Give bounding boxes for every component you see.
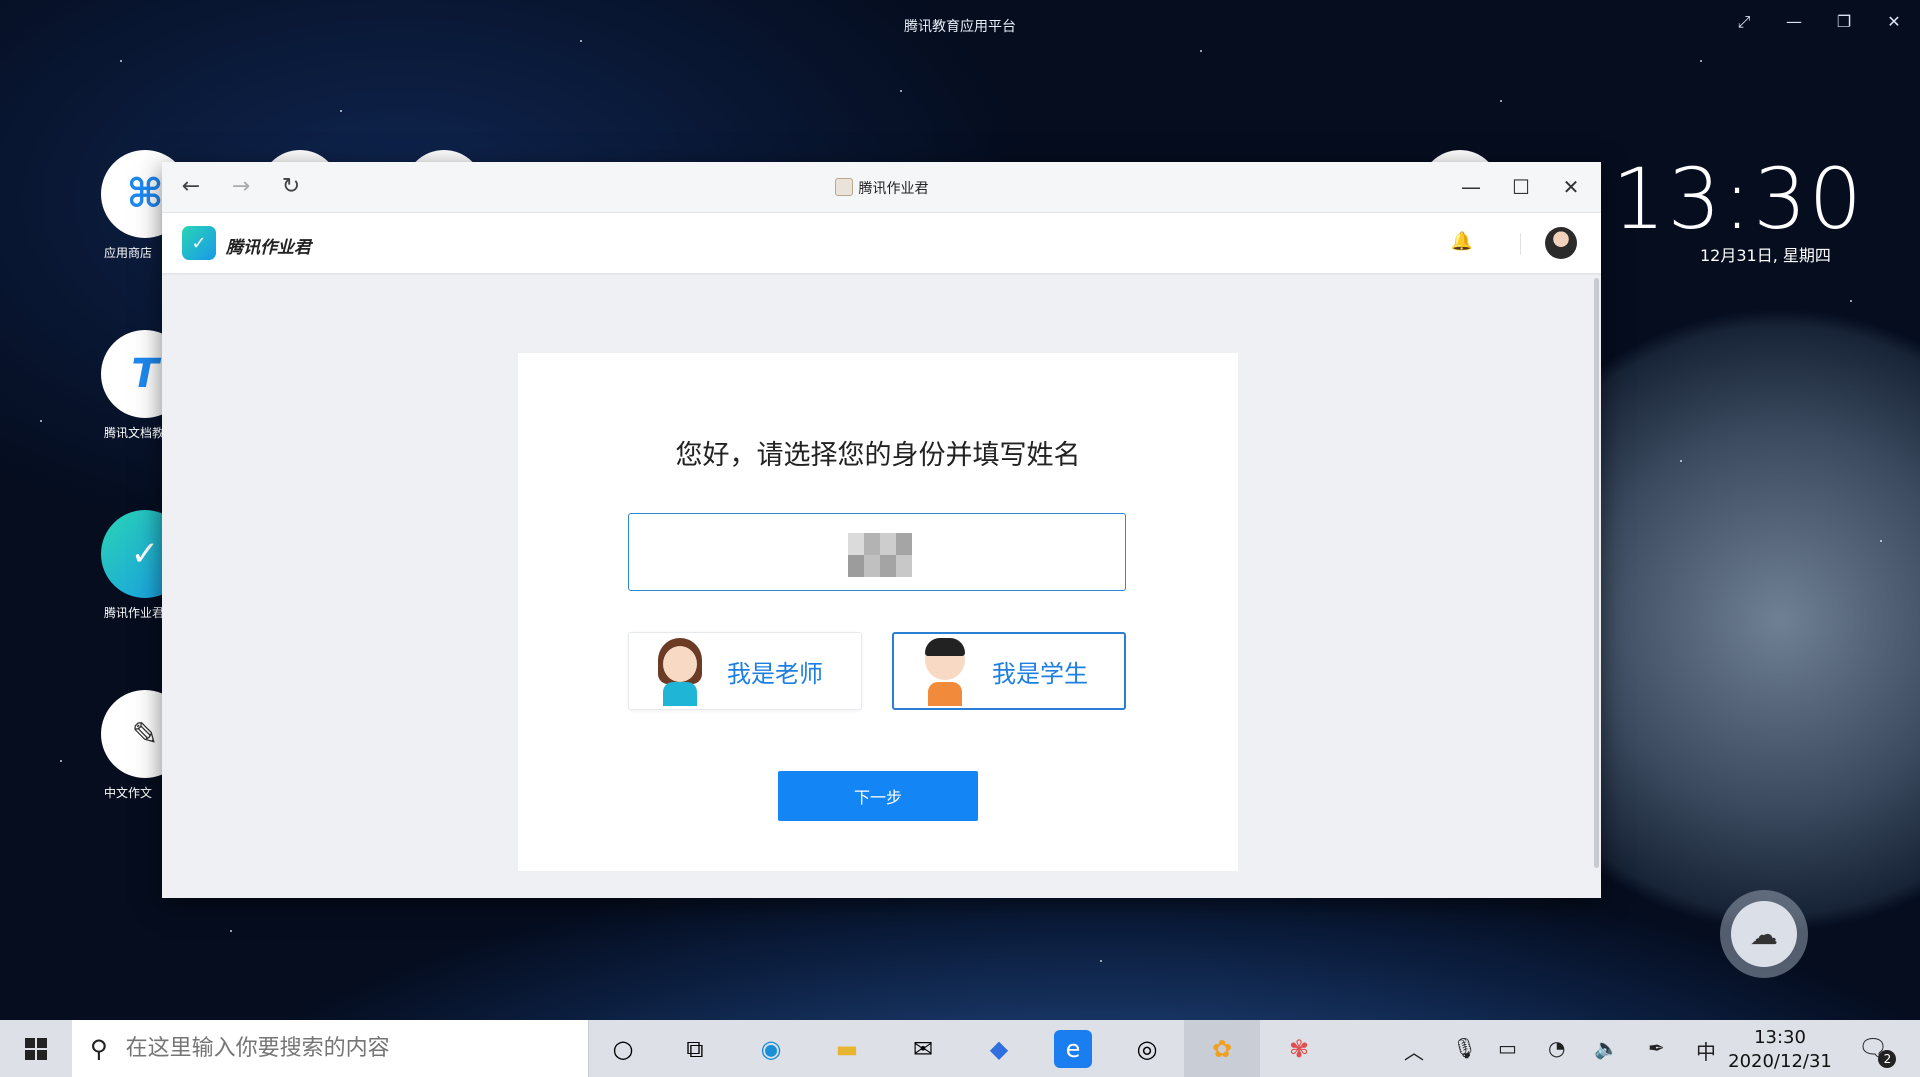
taskbar: ⚲ ○ ⧉ ◉ ▬ ✉ ◆ e ◎ ✿ ✾ ︿ 🎙 ▭ ◔ 🔈 ✒ 中 13:3… [0,1020,1920,1077]
ime-indicator[interactable]: 中 [1696,1036,1716,1065]
app-logo-icon: ✓ [182,226,216,260]
education-platform-icon[interactable]: ✿ [1203,1030,1241,1068]
paint-icon[interactable]: ✾ [1280,1030,1318,1068]
student-role-label: 我是学生 [992,659,1088,688]
header-divider [1520,233,1521,255]
task-view-icon[interactable]: ⧉ [676,1030,714,1068]
tencent-app-icon[interactable]: e [1054,1030,1092,1068]
window-maximize-button[interactable]: ☐ [1507,174,1535,200]
student-role-button[interactable]: 我是学生 [892,632,1126,710]
homework-favicon-icon [834,178,853,196]
teacher-role-button[interactable]: 我是老师 [628,632,862,710]
edge-icon[interactable]: ◉ [752,1030,790,1068]
taskbar-search-input[interactable] [123,1035,548,1062]
app-circle-icon[interactable]: ◎ [1128,1030,1166,1068]
search-icon: ⚲ [90,1034,108,1063]
show-hidden-icons-chevron-icon[interactable]: ︿ [1404,1036,1424,1065]
cloud-icon: ☁ [1731,901,1797,967]
teacher-role-label: 我是老师 [727,659,823,688]
pen-icon[interactable]: ✒ [1648,1036,1665,1060]
taskbar-time: 13:30 [1754,1027,1806,1048]
desktop-date: 12月31日, 星期四 [1700,246,1831,265]
window-close-button[interactable]: ✕ [1557,174,1585,200]
name-input[interactable] [628,513,1126,591]
taskbar-clock[interactable]: 13:30 2020/12/31 [1720,1026,1840,1074]
window-title: 腾讯作业君 [162,178,1601,198]
student-avatar-icon [920,636,970,706]
notification-center-icon[interactable]: 🗨 2 [1858,1034,1897,1068]
window-titlebar: ← → ↻ 腾讯作业君 — ☐ ✕ [162,162,1601,213]
notification-count-badge: 2 [1878,1050,1897,1068]
taskbar-date: 2020/12/31 [1728,1051,1832,1072]
app-name: 腾讯作业君 [226,238,311,258]
microphone-icon[interactable]: 🎙 [1452,1036,1477,1060]
window-minimize-button[interactable]: — [1457,174,1485,200]
cortana-icon[interactable]: ○ [604,1030,642,1068]
taskbar-search[interactable]: ⚲ [72,1020,589,1077]
identity-heading: 您好，请选择您的身份并填写姓名 [675,440,1081,471]
window-title-text: 腾讯作业君 [858,181,929,197]
battery-icon[interactable]: ▭ [1498,1036,1517,1060]
desktop-clock: 13:30 [1612,150,1865,248]
cloud-button[interactable]: ☁ [1720,890,1808,978]
next-step-button[interactable]: 下一步 [778,771,978,821]
windows-logo-icon [25,1037,47,1060]
identity-card: 您好，请选择您的身份并填写姓名 我是老师 我是学生 下一步 [518,353,1238,871]
file-explorer-icon[interactable]: ▬ [828,1030,866,1068]
mail-icon[interactable]: ✉ [904,1030,942,1068]
page-scrollbar[interactable] [1594,278,1599,868]
minimize-icon[interactable]: — [1782,12,1806,32]
app-tile-icon[interactable]: ◆ [980,1030,1018,1068]
teacher-avatar-icon [655,636,705,706]
app-window: ← → ↻ 腾讯作业君 — ☐ ✕ ✓ 腾讯作业君 🔔 您好，请选择您的身份并填… [162,162,1601,898]
app-header: ✓ 腾讯作业君 🔔 [162,213,1601,273]
fullscreen-icon[interactable]: ⤢ [1732,12,1756,32]
platform-window-controls: ⤢ — ❐ ✕ [1732,12,1906,32]
close-icon[interactable]: ✕ [1882,12,1906,32]
user-avatar[interactable] [1545,227,1577,259]
start-button[interactable] [0,1020,72,1077]
volume-icon[interactable]: 🔈 [1594,1036,1619,1060]
bell-icon[interactable]: 🔔 [1451,231,1473,252]
platform-title: 腾讯教育应用平台 [904,19,1016,35]
restore-icon[interactable]: ❐ [1832,12,1856,32]
wifi-icon[interactable]: ◔ [1548,1036,1565,1060]
